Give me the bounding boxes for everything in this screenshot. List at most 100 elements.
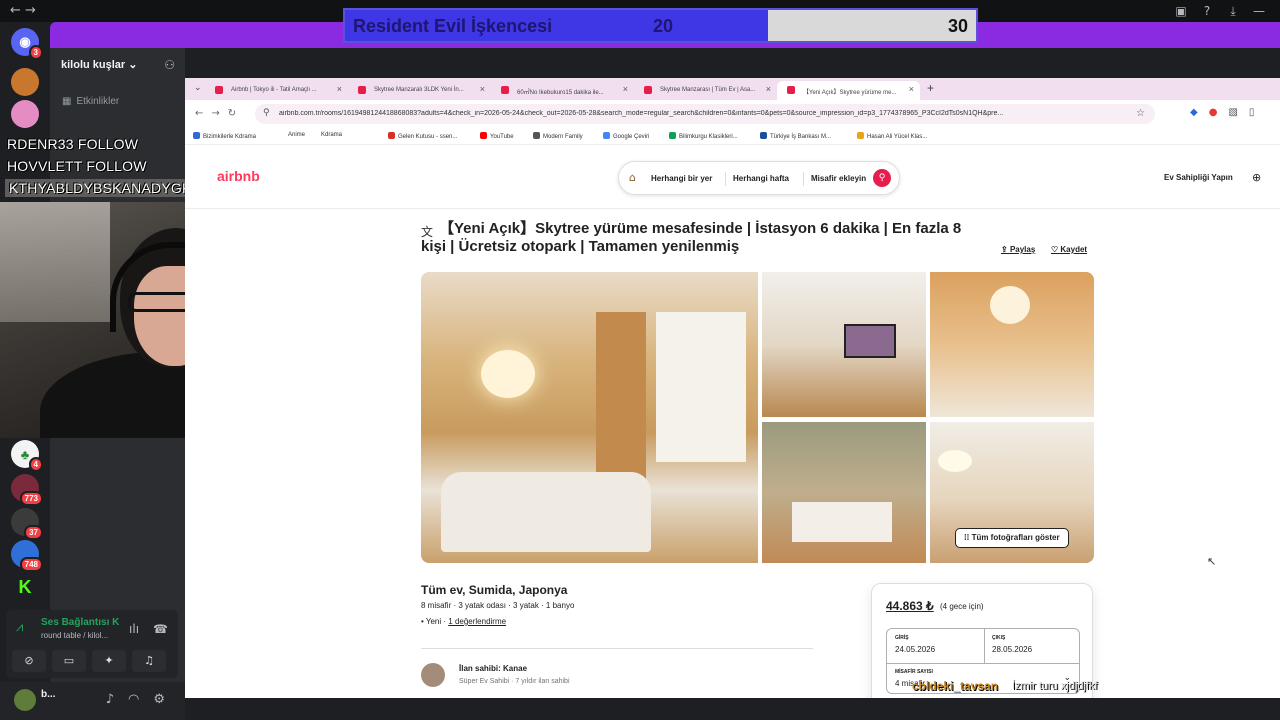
browser-tab[interactable]: Skytree Manzaralı 3LDK Yeni İn... × (348, 81, 491, 100)
browser-tab[interactable]: Skytree Manzarası | Tüm Ev | Asa... × (634, 81, 777, 100)
address-bar[interactable]: ⚲ airbnb.com.tr/rooms/161949812441886808… (255, 104, 1155, 124)
bookmark-item[interactable]: Hasan Ali Yücel Klas... (857, 132, 927, 140)
listing-photo[interactable] (762, 272, 926, 417)
listing-photo[interactable] (762, 422, 926, 563)
user-panel: b... ♪ ◠ ⚙ (0, 682, 185, 720)
bookmark-item[interactable]: Bizimkilerle Kdrama (193, 132, 256, 140)
download-icon[interactable]: ⤓ (1226, 4, 1240, 18)
checkin-date[interactable]: 24.05.2026 (895, 645, 935, 654)
voice-buttons: ⊘ ▭ ✦ ♫ (12, 650, 166, 672)
bookmark-item[interactable]: YouTube (480, 132, 514, 140)
checkout-label: ÇIKIŞ (992, 635, 1006, 641)
voice-channel[interactable]: round table / kilol... (41, 631, 108, 640)
extensions-icon[interactable]: ▧ (1228, 107, 1237, 118)
close-tab-icon[interactable]: × (623, 84, 628, 94)
inbox-icon[interactable]: ▣ (1174, 4, 1188, 18)
headphones-icon[interactable]: ◠ (128, 692, 139, 707)
server-icon[interactable]: 773 (11, 474, 43, 506)
poll-right-value: 30 (947, 16, 968, 36)
chat-overlay-name: cbldeki_tavsan (912, 679, 999, 693)
voice-status[interactable]: Ses Bağlantısı K (41, 617, 119, 628)
tab-search-icon[interactable]: ⌄ (194, 83, 202, 93)
translate-icon[interactable]: ◆ (1190, 107, 1198, 118)
discord-home-icon[interactable]: ◉ 3 (11, 28, 43, 60)
nav-buttons[interactable]: ←→↻ (195, 108, 244, 119)
bookmark-item[interactable]: Kdrama (321, 132, 342, 138)
server-icon[interactable]: 37 (11, 508, 43, 540)
user-controls: ♪ ◠ ⚙ (106, 692, 165, 707)
back-forward-icon[interactable]: ← → (10, 3, 36, 18)
camera-off-icon[interactable]: ⊘ (12, 650, 46, 672)
bookmark-item[interactable]: Bilimkurgu Klasikleri... (669, 132, 738, 140)
voice-panel: ⩘ Ses Bağlantısı K round table / kilol..… (6, 610, 178, 678)
close-tab-icon[interactable]: × (480, 84, 485, 94)
new-tab-icon[interactable]: + (927, 81, 934, 95)
search-guests[interactable]: Misafir ekleyin (811, 174, 866, 183)
events-item[interactable]: ▦ Etkinlikler (62, 96, 119, 107)
poll-bar-left: Resident Evil İşkencesi 20 (345, 10, 768, 41)
settings-gear-icon[interactable]: ⚙ (153, 692, 165, 707)
globe-icon[interactable]: ⊕ (1252, 171, 1261, 184)
bookmark-item[interactable]: Modern Family (533, 132, 583, 140)
tab-title: Skytree Manzaralı 3LDK Yeni İn... (374, 87, 464, 93)
airbnb-logo[interactable]: airbnb (217, 168, 260, 184)
search-bar[interactable]: ⌂ Herhangi bir yer Herhangi hafta Misafi… (618, 161, 900, 195)
minimize-icon[interactable]: — (1252, 4, 1266, 18)
server-badge: 4 (28, 457, 43, 472)
bookmark-item[interactable]: Google Çeviri (603, 132, 649, 140)
close-tab-icon[interactable]: × (909, 84, 914, 94)
server-icon[interactable]: 748 (11, 540, 43, 572)
share-button[interactable]: ⇪ Paylaş (1001, 245, 1035, 254)
listing-rating: • Yeni · 1 değerlendirme (421, 617, 507, 626)
tab-title: 【Yeni Açık】Skytree yürüme me... (803, 90, 897, 96)
activities-icon[interactable]: ✦ (92, 650, 126, 672)
invite-icon[interactable]: ⚇ (164, 58, 175, 72)
listing-photo-main[interactable] (421, 272, 758, 563)
server-icon[interactable] (11, 68, 39, 96)
bookmark-item[interactable]: Gelen Kutusu - ssen... (388, 132, 457, 140)
search-when[interactable]: Herhangi hafta (733, 174, 789, 183)
browser-tab[interactable]: 60㎡No Ikebukuro15 dakika ile... × (491, 81, 634, 100)
avatar[interactable] (14, 689, 36, 711)
tab-title: 60㎡No Ikebukuro15 dakika ile... (517, 90, 604, 96)
window-controls: ▣ ? ⤓ — (1174, 4, 1266, 18)
bookmark-item[interactable]: Türkiye İş Bankası M... (760, 132, 831, 140)
save-button[interactable]: ♡ Kaydet (1051, 245, 1087, 254)
close-tab-icon[interactable]: × (337, 84, 342, 94)
extension-icon[interactable]: ● (1209, 107, 1218, 118)
noise-icon[interactable]: ılı (129, 622, 139, 636)
bookmark-item[interactable]: Anime (288, 132, 305, 138)
close-tab-icon[interactable]: × (766, 84, 771, 94)
mouse-cursor-icon: ↖ (1207, 555, 1217, 568)
host-avatar[interactable] (421, 663, 445, 687)
browser-tab-active[interactable]: 【Yeni Açık】Skytree yürüme me... × (777, 81, 920, 100)
kick-icon[interactable]: K (11, 573, 39, 601)
sidebar-icon[interactable]: ▯ (1249, 107, 1255, 118)
bookmark-star-icon[interactable]: ☆ (1136, 108, 1145, 119)
reviews-link[interactable]: 1 değerlendirme (448, 617, 506, 626)
server-icon[interactable]: ♣ 4 (11, 440, 43, 472)
bookmarks-bar: Bizimkilerle Kdrama Anime Kdrama Gelen K… (185, 128, 1280, 145)
checkout-date[interactable]: 28.05.2026 (992, 645, 1032, 654)
server-icon[interactable] (11, 100, 39, 128)
become-host-link[interactable]: Ev Sahipliği Yapın (1164, 173, 1233, 182)
search-icon[interactable]: ⚲ (873, 169, 891, 187)
screen-share-icon[interactable]: ▭ (52, 650, 86, 672)
price[interactable]: 44.863 ₺ (886, 599, 934, 613)
microphone-icon[interactable]: ♪ (106, 692, 114, 707)
follow-alert: HOVVLETT FOLLOW (7, 158, 147, 174)
guests-label: MİSAFİR SAYISI (895, 669, 933, 675)
airbnb-icon (501, 86, 509, 94)
disconnect-icon[interactable]: ☎ (153, 622, 168, 636)
voice-actions: ılı ☎ (129, 622, 168, 636)
user-name[interactable]: b... (41, 689, 55, 700)
guild-name[interactable]: kilolu kuşlar ⌄ (61, 58, 137, 71)
listing-photo[interactable] (930, 272, 1094, 417)
browser-tab[interactable]: Airbnb | Tokyo ili - Tatil Amaçlı ... × (205, 81, 348, 100)
url-text[interactable]: airbnb.com.tr/rooms/1619498124418868083?… (279, 110, 1139, 117)
help-icon[interactable]: ? (1200, 4, 1214, 18)
soundboard-icon[interactable]: ♫ (132, 650, 166, 672)
show-all-photos-button[interactable]: ⁞⁞ Tüm fotoğrafları göster (955, 528, 1069, 548)
search-where[interactable]: Herhangi bir yer (651, 174, 712, 183)
site-info-icon[interactable]: ⚲ (263, 108, 270, 118)
